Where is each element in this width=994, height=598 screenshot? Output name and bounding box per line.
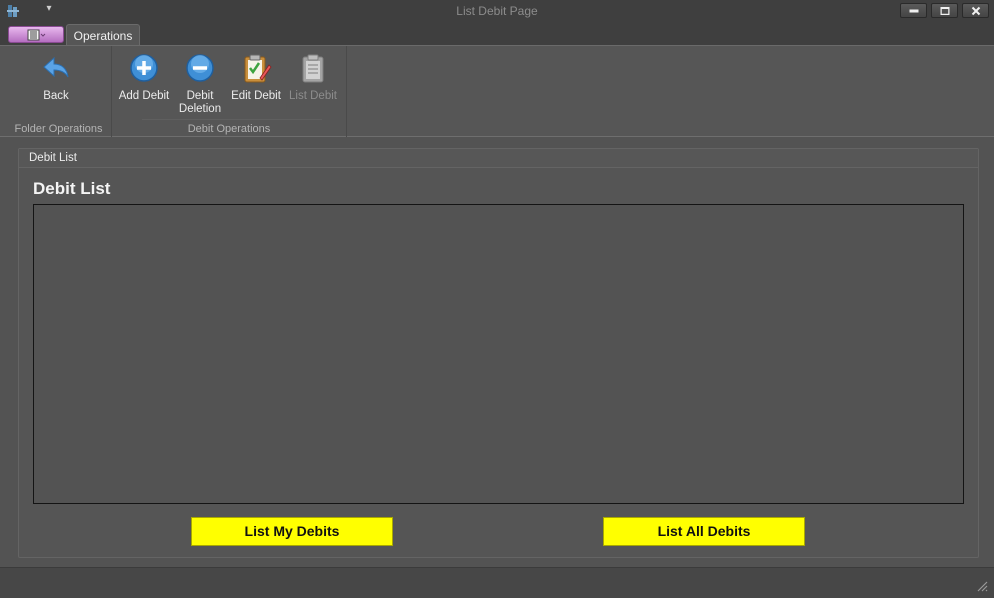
add-debit-button[interactable]: Add Debit [116,52,172,103]
application-menu-button[interactable] [8,26,64,43]
window-title: List Debit Page [456,4,538,18]
edit-debit-button[interactable]: Edit Debit [228,52,284,103]
maximize-button[interactable] [931,3,958,18]
list-my-debits-button[interactable]: List My Debits [191,517,393,546]
status-bar [0,567,994,598]
clipboard-list-icon [302,54,324,83]
minimize-icon [909,9,918,12]
ribbon-group-debit-operations: Add Debit Debit Deletion Edit Debit List… [112,46,347,137]
debit-deletion-label-line1: Debit [186,90,214,102]
groupbox-caption: Debit List [29,152,77,164]
ribbon-tab-strip: Operations [0,22,994,47]
main-content: Debit List Debit List List My Debits Lis… [0,137,994,567]
debit-deletion-button[interactable]: Debit Deletion [174,52,226,116]
app-menu-icon [27,29,46,41]
list-debit-label: List Debit [289,90,337,102]
group-separator-line [142,119,322,120]
debit-list-groupbox: Debit List Debit List List My Debits Lis… [18,148,979,558]
close-icon [971,6,980,15]
title-bar: ▾ List Debit Page [0,0,994,22]
add-icon [130,54,158,82]
resize-grip-icon[interactable] [976,580,988,592]
ribbon-panel: Back Folder Operations Add Debit Debit D… [0,45,994,174]
maximize-icon [940,6,949,15]
page-title: Debit List [33,179,111,198]
group-label-folder-operations: Folder Operations [14,123,103,135]
groupbox-header: Debit List [19,149,978,168]
list-all-debits-button[interactable]: List All Debits [603,517,805,546]
close-button[interactable] [962,3,989,18]
back-button-label: Back [43,90,69,102]
list-debit-button[interactable]: List Debit [286,52,340,103]
tab-operations[interactable]: Operations [66,24,140,47]
ribbon-group-folder-operations: Back Folder Operations [6,46,112,137]
debit-deletion-label-line2: Deletion [178,103,222,115]
back-button[interactable]: Back [26,52,86,103]
debit-list-grid[interactable] [33,204,964,504]
edit-debit-label: Edit Debit [231,90,281,102]
remove-icon [186,54,214,82]
edit-clipboard-icon [244,54,272,83]
minimize-button[interactable] [900,3,927,18]
add-debit-label: Add Debit [118,90,170,102]
group-label-debit-operations: Debit Operations [187,123,271,135]
back-arrow-icon [43,56,69,78]
